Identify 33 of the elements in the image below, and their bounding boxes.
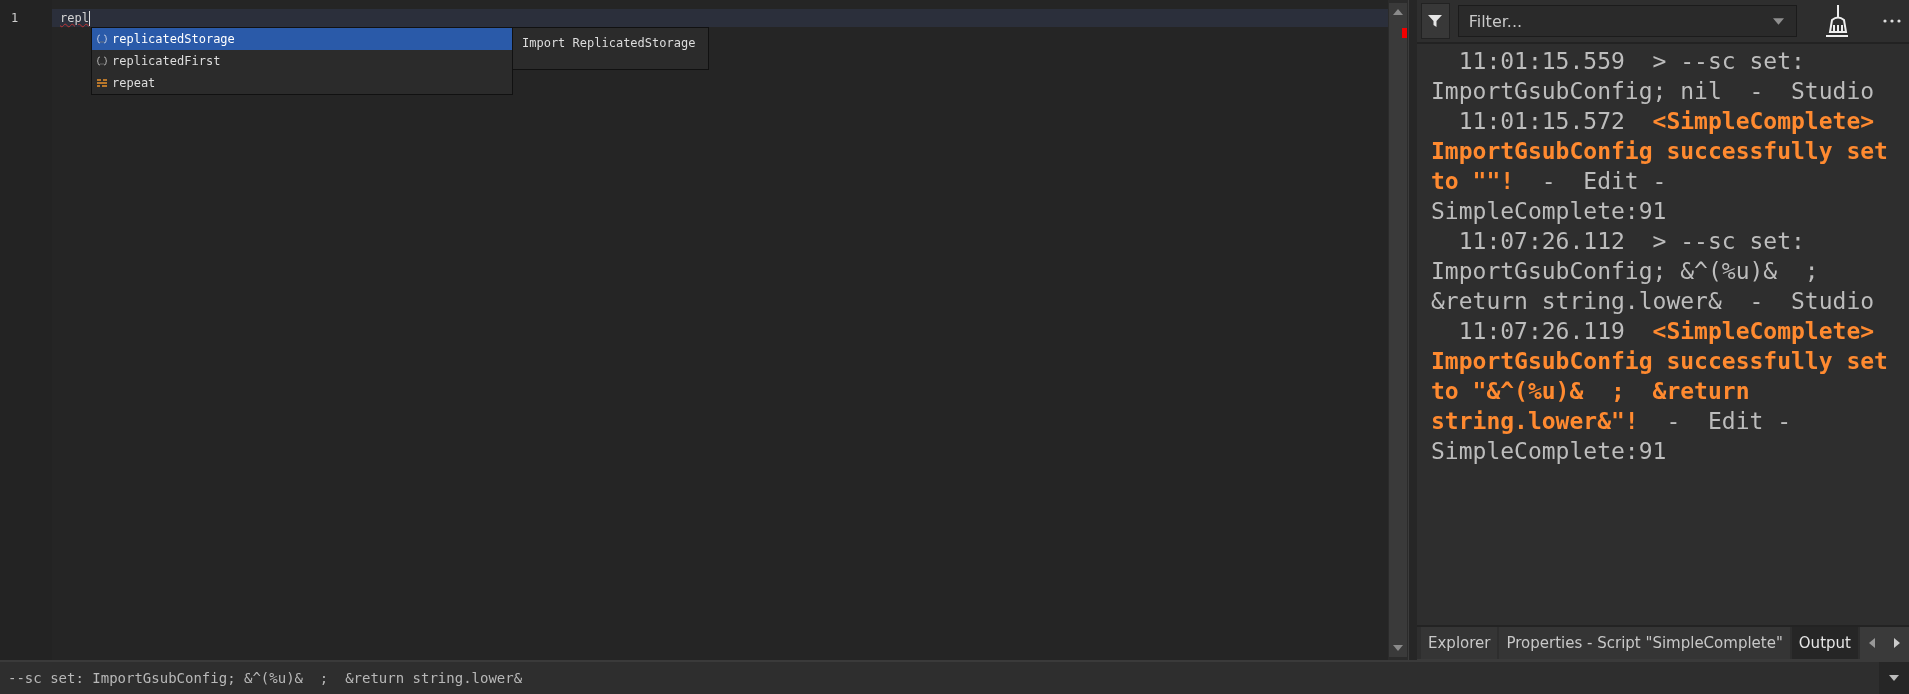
down-arrow-icon: [1393, 645, 1403, 651]
broom-icon: [1823, 4, 1851, 38]
log-entry: 11:07:26.119 <SimpleComplete> ImportGsubConfig successfully set to "&^(%u)& ; &return string.lower&"! - Edit - SimpleComplete:91: [1431, 317, 1889, 466]
text-cursor: [88, 10, 90, 26]
autocomplete-item[interactable]: replicatedStorage: [92, 28, 512, 50]
braces-icon: [96, 33, 108, 45]
more-icon: [1883, 19, 1901, 23]
filter-button[interactable]: [1421, 3, 1450, 39]
log-entry: 11:01:15.559 > --sc set: ImportGsubConfig; nil - Studio: [1431, 47, 1876, 106]
autocomplete-item[interactable]: repeat: [92, 72, 512, 94]
filter-icon: [1427, 13, 1444, 29]
filter-dropdown[interactable]: Filter...: [1457, 5, 1797, 37]
up-arrow-icon: [1393, 9, 1403, 15]
scroll-down-button[interactable]: [1389, 639, 1407, 657]
panel-tab[interactable]: Explorer: [1421, 627, 1498, 659]
scroll-up-button[interactable]: [1389, 3, 1407, 21]
right-arrow-icon: [1893, 638, 1900, 648]
autocomplete-detail: Import ReplicatedStorage: [513, 27, 709, 70]
code-text[interactable]: repl: [60, 11, 89, 25]
command-history-button[interactable]: [1879, 660, 1909, 694]
log-entry: 11:07:26.112 > --sc set: ImportGsubConfig; &^(%u)& ; &return string.lower& - Studio: [1431, 227, 1876, 316]
keyword-icon: [96, 77, 108, 89]
dropdown-arrow-icon: [1889, 675, 1899, 681]
panel-tab[interactable]: Output: [1791, 627, 1858, 659]
dropdown-arrow-icon: [1773, 17, 1784, 25]
left-arrow-icon: [1869, 638, 1876, 648]
autocomplete-item[interactable]: replicatedFirst: [92, 50, 512, 72]
braces-icon: [96, 55, 108, 67]
command-input[interactable]: --sc set: ImportGsubConfig; &^(%u)& ; &return string.lower&: [0, 660, 1879, 694]
log-entry: 11:01:15.572 <SimpleComplete> ImportGsubConfig successfully set to ""! - Edit - SimpleComplete:91: [1431, 107, 1889, 226]
panel-tab[interactable]: Properties - Script "SimpleComplete": [1499, 627, 1790, 659]
error-marker: [1402, 28, 1407, 38]
line-number: 1: [10, 10, 19, 27]
